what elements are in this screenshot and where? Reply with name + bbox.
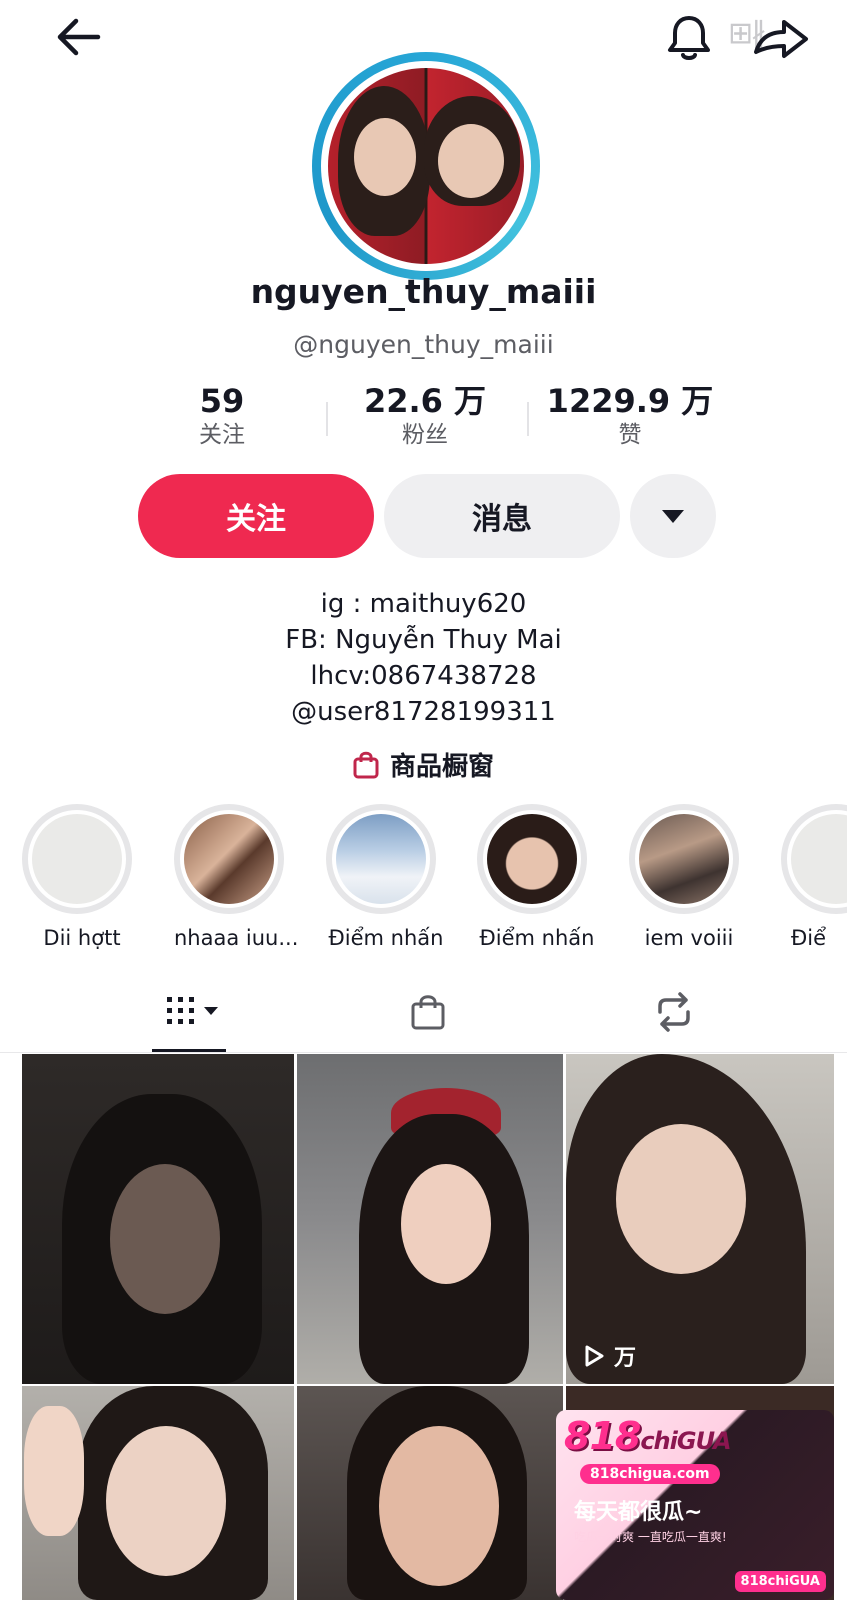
caret-down-icon	[204, 1007, 218, 1015]
highlight-item[interactable]: Điểm nhấn	[477, 804, 597, 950]
bell-icon[interactable]	[663, 12, 715, 64]
back-arrow-icon[interactable]	[50, 14, 108, 60]
ad-url: 818chigua.com	[580, 1464, 720, 1484]
highlight-label: Điểm nhấn	[479, 926, 595, 950]
view-count: 万	[584, 1340, 636, 1372]
highlight-item[interactable]: Điể	[781, 804, 847, 950]
divider	[326, 402, 328, 436]
tab-videos[interactable]	[164, 994, 218, 1028]
avatar-photo	[328, 68, 524, 264]
video-thumbnail[interactable]	[22, 1054, 294, 1384]
bio-line: @user81728199311	[291, 697, 556, 727]
stat-likes-value: 1229.9 万	[546, 382, 714, 420]
view-count-value: 万	[614, 1346, 637, 1371]
stat-following[interactable]: 59 关注	[160, 382, 284, 450]
shopping-bag-icon	[353, 751, 379, 778]
highlight-label: nhaaa iuu...	[174, 926, 299, 950]
video-thumbnail[interactable]: 万	[566, 1054, 834, 1384]
highlight-label: iem voiii	[644, 926, 734, 950]
highlight-cover	[32, 814, 122, 904]
highlight-cover	[639, 814, 729, 904]
stat-likes[interactable]: 1229.9 万 赞	[540, 382, 720, 450]
bio-line: lhcv:0867438728	[310, 661, 537, 691]
bio: ig : maithuy620 FB: Nguyễn Thuy Mai lhcv…	[0, 586, 847, 730]
grid-icon	[167, 997, 194, 1024]
ad-badge: 818chiGUA	[734, 1571, 826, 1592]
shop-window-link[interactable]: 商品橱窗	[352, 746, 494, 783]
handle: @nguyen_thuy_maiii	[293, 330, 554, 359]
avatar[interactable]	[312, 52, 540, 280]
highlight-label: Điểm nhấn	[328, 926, 444, 950]
highlight-item[interactable]: iem voiii	[629, 804, 749, 950]
tabs-divider	[0, 1052, 847, 1053]
divider	[527, 402, 529, 436]
bio-line: ig : maithuy620	[320, 589, 527, 619]
highlight-label: Điể	[791, 926, 827, 950]
highlight-item[interactable]: nhaaa iuu...	[174, 804, 299, 950]
play-icon	[585, 1345, 604, 1367]
highlight-item[interactable]: Dii hợtt	[22, 804, 142, 950]
caret-down-icon	[662, 509, 684, 523]
video-thumbnail[interactable]	[22, 1386, 294, 1600]
stat-followers-label: 粉丝	[402, 422, 448, 448]
highlight-item[interactable]: Điểm nhấn	[326, 804, 446, 950]
follow-button[interactable]: 关注	[138, 474, 374, 558]
stat-likes-label: 赞	[618, 422, 642, 448]
video-thumbnail[interactable]	[297, 1386, 563, 1600]
highlight-cover	[184, 814, 274, 904]
display-name: nguyen_thuy_maiii	[250, 272, 597, 311]
share-arrow-icon[interactable]	[748, 12, 814, 62]
stat-followers-value: 22.6 万	[363, 382, 487, 420]
stat-following-label: 关注	[199, 422, 245, 448]
more-options-button[interactable]	[630, 474, 716, 558]
highlight-cover	[336, 814, 426, 904]
shop-label: 商品橱窗	[390, 752, 495, 782]
bio-line: FB: Nguyễn Thuy Mai	[285, 625, 562, 655]
highlight-cover	[791, 814, 847, 904]
stat-followers[interactable]: 22.6 万 粉丝	[340, 382, 510, 450]
tab-shop[interactable]	[408, 992, 448, 1032]
highlight-cover	[487, 814, 577, 904]
ad-watermark: 818chiGUA 818chigua.com 每天都很瓜~ 吃瓜一时爽 一直吃…	[556, 1410, 834, 1600]
tab-reposts[interactable]	[652, 992, 696, 1032]
ad-subline: 吃瓜一时爽 一直吃瓜一直爽!	[574, 1530, 727, 1544]
message-button[interactable]: 消息	[384, 474, 620, 558]
ad-slogan: 每天都很瓜~	[574, 1500, 703, 1525]
highlight-label: Dii hợtt	[43, 926, 121, 950]
video-thumbnail[interactable]	[297, 1054, 563, 1384]
ad-logo: 818chiGUA	[564, 1414, 732, 1458]
stat-following-value: 59	[199, 382, 245, 420]
